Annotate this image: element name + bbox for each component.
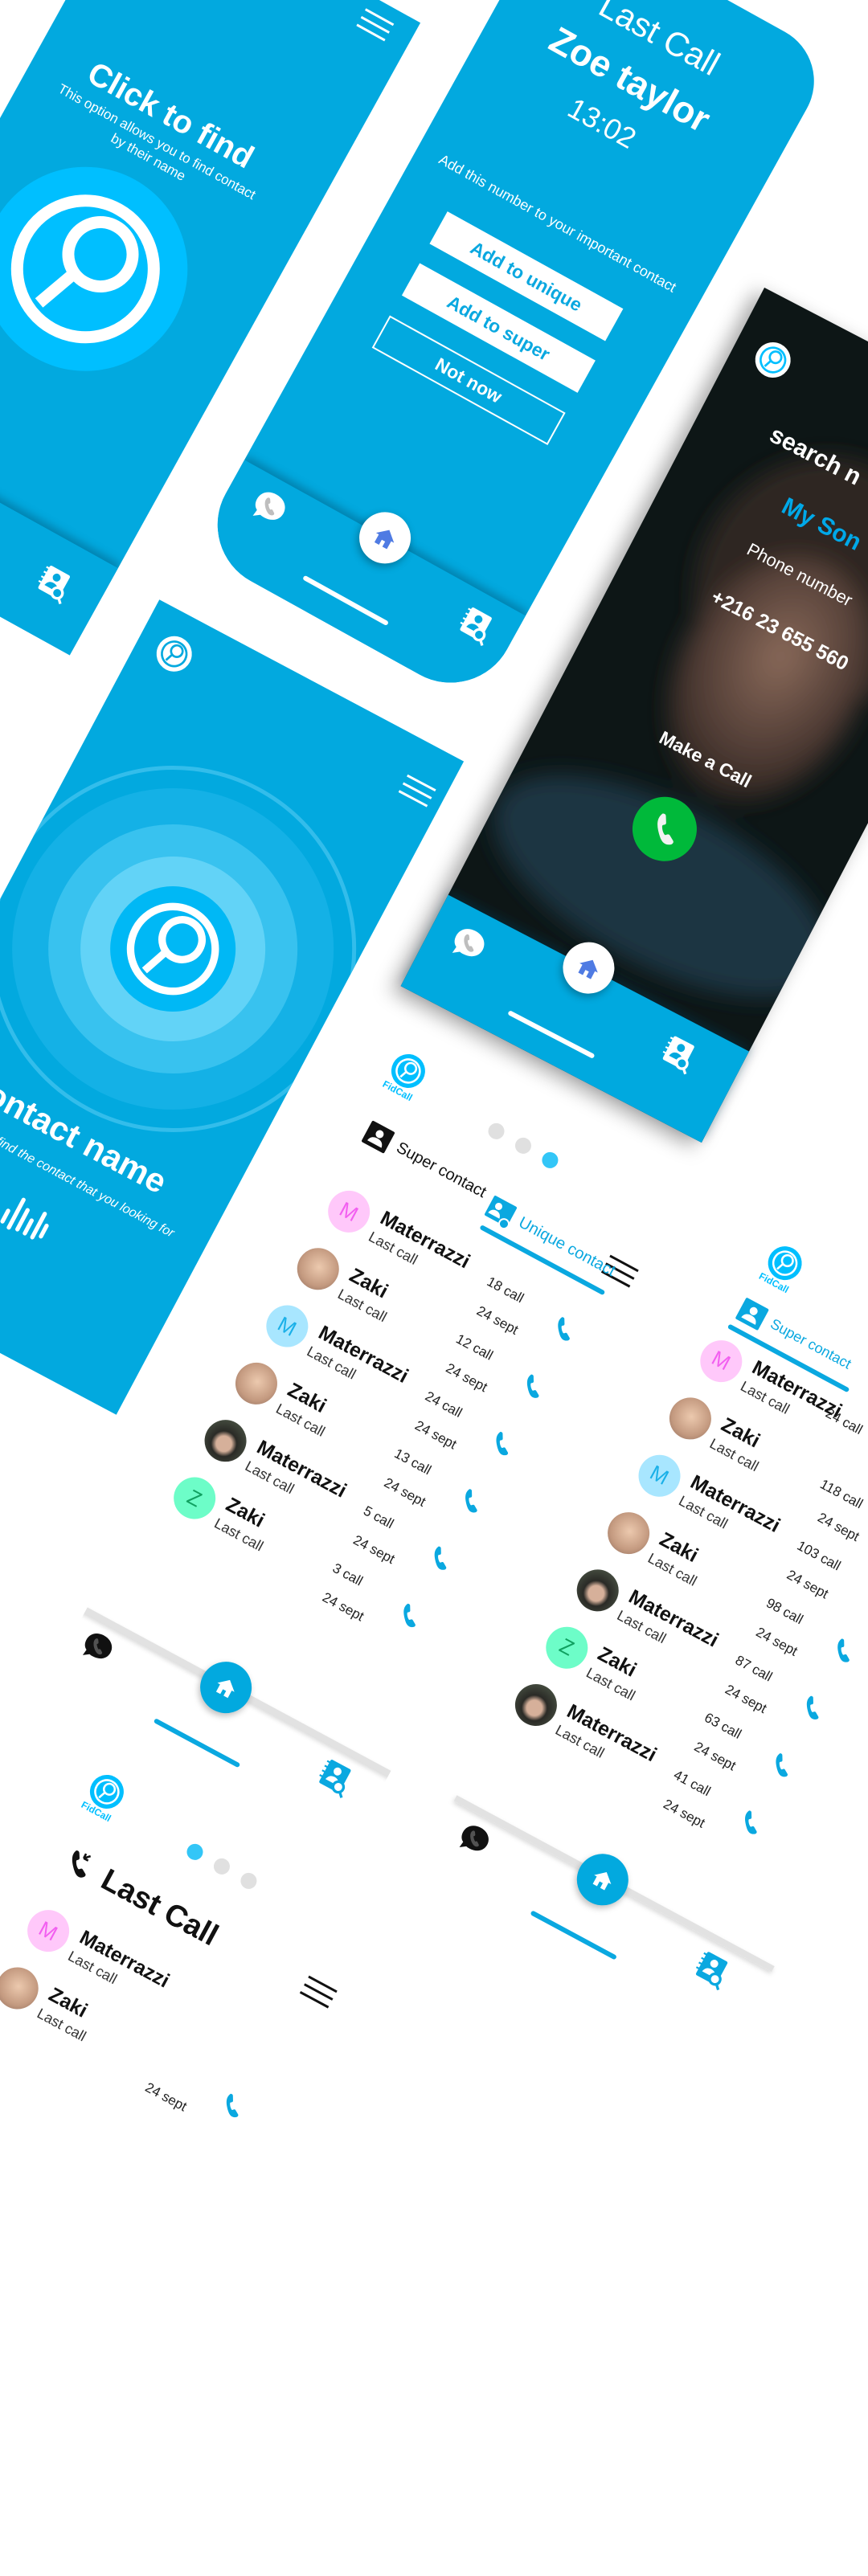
pager-dot[interactable] (485, 1120, 508, 1143)
tab-label: Super contact (393, 1138, 489, 1201)
avatar (0, 1960, 46, 2017)
home-button[interactable] (190, 1652, 261, 1723)
phone-icon[interactable] (454, 1484, 487, 1517)
fidcall-logo[interactable] (149, 630, 199, 678)
avatar: M (320, 1183, 378, 1241)
avatar (197, 1412, 254, 1470)
last-call-date: 24 sept (381, 1474, 428, 1510)
last-call-date: 24 sept (319, 1589, 367, 1625)
last-call-date: 24 sept (412, 1417, 460, 1453)
phone-icon[interactable] (424, 1542, 457, 1575)
fidcall-logo[interactable]: FidCall (79, 1768, 130, 1825)
fidcall-logo-icon (0, 160, 194, 378)
pager-dot-active[interactable] (538, 1149, 561, 1171)
avatar (289, 1240, 346, 1298)
last-call-date: 24 sept (473, 1302, 522, 1338)
last-call-date: 24 sept (142, 2079, 190, 2115)
phone-icon[interactable] (516, 1370, 549, 1403)
avatar: M (259, 1298, 316, 1355)
menu-icon[interactable] (397, 773, 436, 809)
call-count: 5 call (361, 1503, 397, 1532)
contact-badge-icon (484, 1196, 518, 1230)
pager-dot[interactable] (512, 1135, 534, 1157)
phone-icon[interactable] (215, 2089, 248, 2122)
menu-icon[interactable] (355, 7, 395, 44)
tab-super-contact[interactable]: Super contact (358, 1115, 492, 1207)
menu-icon[interactable] (298, 1974, 338, 2010)
call-count: 18 call (484, 1274, 526, 1306)
call-count: 12 call (453, 1331, 496, 1364)
contact-card-icon (362, 1120, 395, 1154)
pager-dot-active[interactable] (183, 1841, 207, 1863)
call-count: 3 call (330, 1560, 366, 1589)
pager-dot[interactable] (211, 1855, 233, 1878)
pager-dots (485, 1120, 561, 1171)
contacts-search-icon[interactable] (312, 1753, 360, 1801)
last-call-date: 24 sept (350, 1531, 398, 1568)
phone-icon[interactable] (485, 1427, 518, 1460)
home-icon (571, 951, 606, 985)
avatar: M (19, 1902, 77, 1960)
home-icon (586, 1862, 619, 1895)
fidcall-logo-icon (154, 634, 194, 673)
phone-icon (643, 808, 686, 851)
phone-icon[interactable] (547, 1312, 580, 1345)
call-count: 24 call (422, 1388, 465, 1421)
avatar: Z (166, 1470, 223, 1527)
fidcall-logo[interactable]: FidCall (380, 1048, 432, 1104)
incoming-call-icon (59, 1843, 104, 1889)
pager-dot[interactable] (237, 1870, 260, 1892)
home-icon (367, 521, 403, 556)
call-count: 13 call (391, 1445, 434, 1478)
avatar (227, 1355, 285, 1413)
title-text: Last Call (95, 1862, 224, 1953)
audio-wave-icon (0, 1185, 59, 1250)
pager-dots (183, 1841, 260, 1892)
last-call-date: 24 sept (443, 1360, 490, 1396)
home-icon (210, 1671, 243, 1704)
chat-call-icon[interactable] (76, 1625, 119, 1669)
phone-icon[interactable] (393, 1599, 426, 1632)
